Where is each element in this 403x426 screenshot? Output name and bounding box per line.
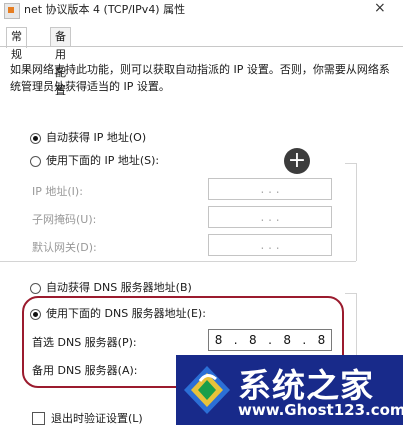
subnet-mask-input[interactable]: . . . bbox=[208, 206, 332, 228]
subnet-mask-dots: . . . bbox=[260, 210, 280, 224]
title-bar: net 协议版本 4 (TCP/IPv4) 属性 × bbox=[0, 0, 403, 26]
tab-alternate-config[interactable]: 备用配置 bbox=[50, 27, 71, 97]
validate-settings-checkbox[interactable]: 退出时验证设置(L) bbox=[32, 410, 143, 426]
auto-ip-label: 自动获得 IP 地址(O) bbox=[46, 131, 147, 144]
manual-ip-radio[interactable]: 使用下面的 IP 地址(S): bbox=[30, 153, 159, 169]
close-button[interactable]: × bbox=[374, 0, 386, 16]
checkbox[interactable] bbox=[32, 411, 45, 425]
auto-dns-radio[interactable]: 自动获得 DNS 服务器地址(B) bbox=[30, 280, 192, 296]
subnet-mask-label: 子网掩码(U): bbox=[32, 213, 97, 226]
dns-group-border-top bbox=[345, 293, 357, 294]
watermark-title: 系统之家 bbox=[238, 366, 374, 405]
add-icon[interactable]: + bbox=[284, 148, 310, 174]
ip-address-dots: . . . bbox=[260, 182, 280, 196]
default-gateway-label: 默认网关(D): bbox=[32, 241, 97, 254]
group-border-top bbox=[345, 163, 357, 164]
radio-button[interactable] bbox=[30, 282, 41, 294]
radio-button[interactable] bbox=[30, 155, 41, 167]
watermark-banner: 系统之家 www.Ghost123.com bbox=[176, 355, 403, 425]
auto-dns-label: 自动获得 DNS 服务器地址(B) bbox=[46, 281, 192, 294]
window-title: net 协议版本 4 (TCP/IPv4) 属性 bbox=[24, 3, 186, 16]
validate-settings-label: 退出时验证设置(L) bbox=[51, 412, 143, 425]
default-gateway-input[interactable]: . . . bbox=[208, 234, 332, 256]
ip-address-input[interactable]: . . . bbox=[208, 178, 332, 200]
tab-general[interactable]: 常规 bbox=[6, 27, 27, 61]
auto-ip-radio[interactable]: 自动获得 IP 地址(O) bbox=[30, 130, 146, 146]
default-gateway-dots: . . . bbox=[260, 238, 280, 252]
watermark-url: www.Ghost123.com bbox=[238, 401, 403, 419]
watermark-logo-icon bbox=[184, 366, 230, 414]
tab-panel-border bbox=[0, 46, 403, 47]
radio-button-checked[interactable] bbox=[30, 132, 41, 144]
group-border-bottom bbox=[0, 261, 356, 262]
description-text: 如果网络支持此功能，则可以获取自动指派的 IP 设置。否则，你需要从网络系统管理… bbox=[10, 63, 390, 93]
ip-address-label: IP 地址(I): bbox=[32, 185, 83, 198]
group-border-right bbox=[356, 163, 357, 261]
network-adapter-icon bbox=[4, 3, 20, 19]
manual-ip-label: 使用下面的 IP 地址(S): bbox=[46, 154, 160, 167]
